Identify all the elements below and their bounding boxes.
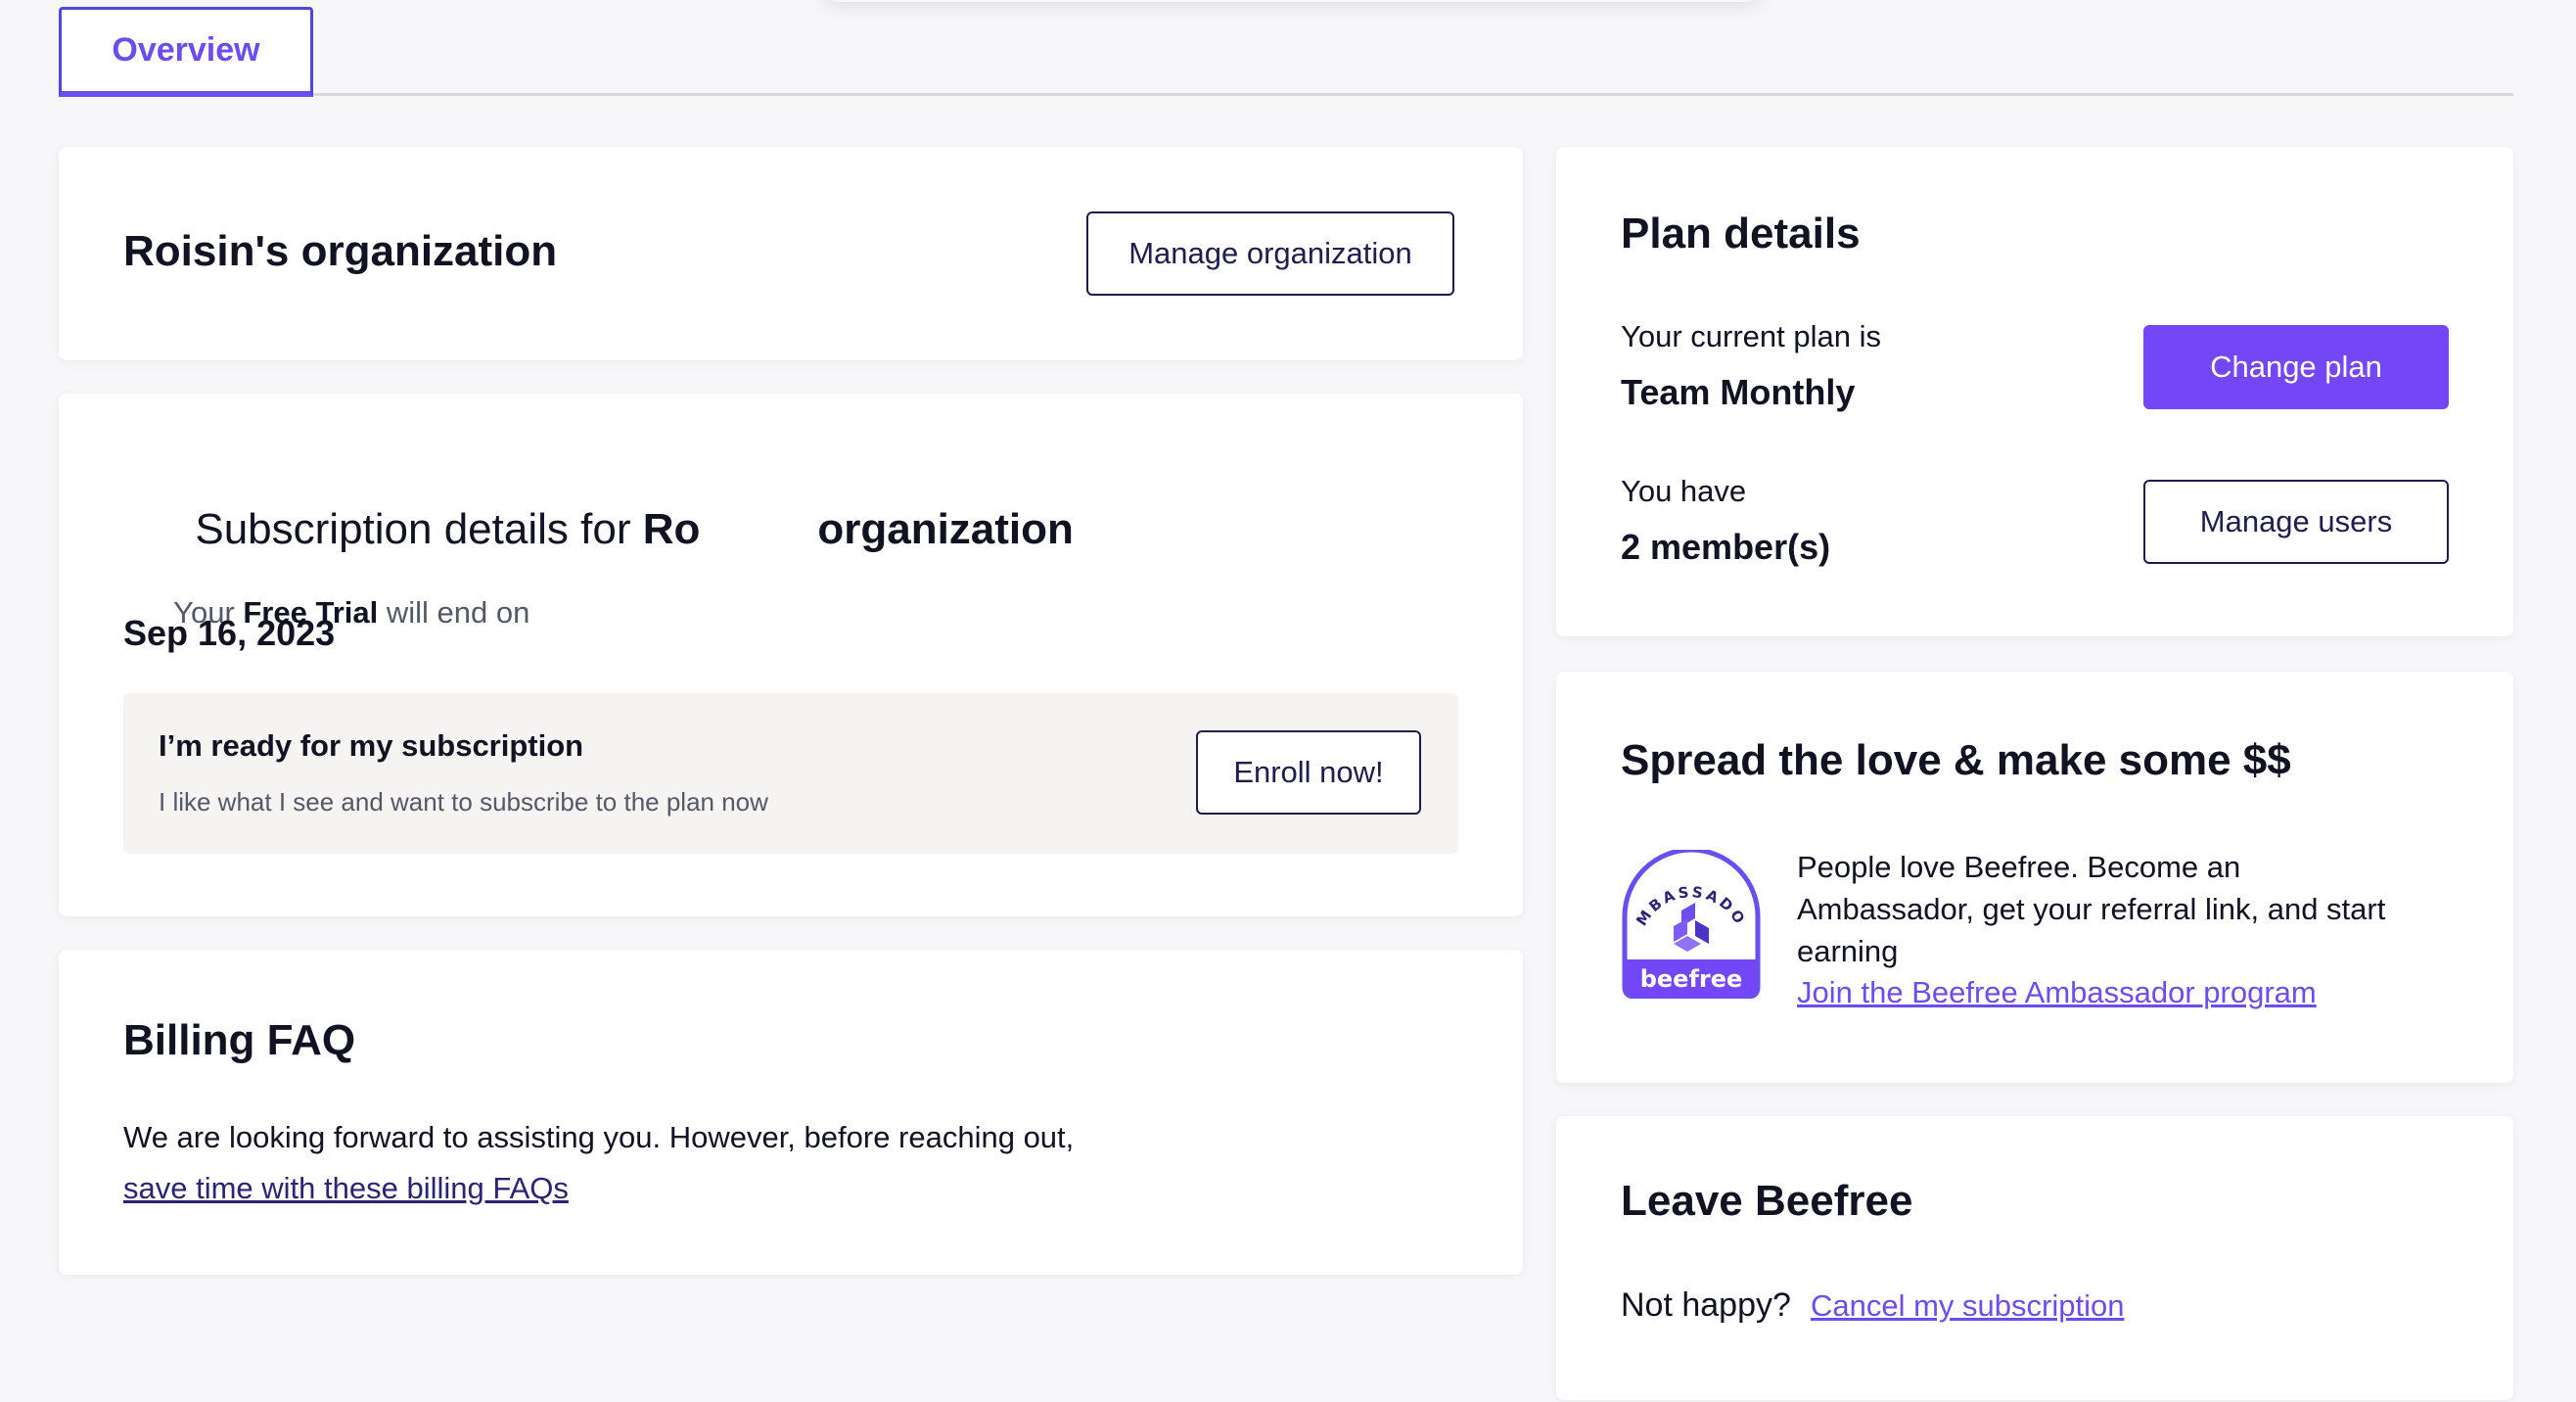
organization-title: Roisin's organization bbox=[123, 227, 558, 275]
ambassador-text: People love Beefree. Become an Ambassado… bbox=[1797, 846, 2385, 972]
trial-end-date: Sep 16, 2023 bbox=[123, 613, 336, 653]
ambassador-badge-icon: AMBASSADOR beefree bbox=[1614, 836, 1762, 1000]
current-plan-label: Your current plan is bbox=[1621, 319, 1881, 353]
ambassador-card: Spread the love & make some $$ AMBASSADO… bbox=[1556, 672, 2513, 1083]
leave-beefree-card: Leave Beefree Not happy? Cancel my subsc… bbox=[1556, 1116, 2513, 1400]
subscription-card: Subscription details for Ro organization … bbox=[59, 394, 1523, 916]
subscription-title-name-start: Ro bbox=[642, 505, 701, 553]
subscription-title-prefix: Subscription details for bbox=[195, 505, 643, 553]
ambassador-text-line-2: Ambassador, get your referral link, and … bbox=[1797, 892, 2386, 926]
ambassador-title: Spread the love & make some $$ bbox=[1621, 736, 2291, 784]
plan-details-card: Plan details Your current plan is Team M… bbox=[1556, 147, 2513, 636]
current-plan-value: Team Monthly bbox=[1621, 372, 1856, 412]
manage-organization-button[interactable]: Manage organization bbox=[1086, 211, 1454, 296]
manage-users-button[interactable]: Manage users bbox=[2143, 480, 2449, 564]
leave-beefree-title: Leave Beefree bbox=[1621, 1177, 1913, 1225]
cancel-subscription-link[interactable]: Cancel my subscription bbox=[1811, 1288, 2124, 1324]
enroll-box: I’m ready for my subscription I like wha… bbox=[123, 693, 1458, 854]
ready-title: I’m ready for my subscription bbox=[159, 728, 584, 763]
badge-brand-text: beefree bbox=[1640, 965, 1743, 993]
ambassador-text-line-3: earning bbox=[1797, 934, 1899, 968]
tab-bar: Overview bbox=[59, 0, 2513, 97]
leave-prompt: Not happy? bbox=[1621, 1286, 1791, 1324]
billing-faq-card: Billing FAQ We are looking forward to as… bbox=[59, 950, 1523, 1275]
billing-faq-title: Billing FAQ bbox=[123, 1016, 356, 1064]
ready-description: I like what I see and want to subscribe … bbox=[159, 787, 768, 817]
ambassador-text-line-1: People love Beefree. Become an bbox=[1797, 850, 2241, 884]
organization-card: Roisin's organization Manage organizatio… bbox=[59, 147, 1523, 360]
trial-suffix: will end on bbox=[378, 595, 530, 630]
plan-details-title: Plan details bbox=[1621, 210, 1861, 257]
enroll-now-button[interactable]: Enroll now! bbox=[1196, 730, 1421, 815]
ambassador-program-link[interactable]: Join the Beefree Ambassador program bbox=[1797, 975, 2317, 1010]
billing-faq-text: We are looking forward to assisting you.… bbox=[123, 1120, 1075, 1154]
ambassador-badge-svg: AMBASSADOR beefree bbox=[1614, 836, 1761, 1000]
tab-overview[interactable]: Overview bbox=[59, 7, 313, 97]
subscription-title-name-end: organization bbox=[817, 505, 1074, 553]
billing-overview-page: Overview Roisin's organization Manage or… bbox=[0, 0, 2576, 1402]
members-value: 2 member(s) bbox=[1621, 527, 1831, 567]
change-plan-button[interactable]: Change plan bbox=[2143, 325, 2449, 409]
members-label: You have bbox=[1621, 474, 1747, 508]
billing-faq-link[interactable]: save time with these billing FAQs bbox=[123, 1171, 569, 1206]
